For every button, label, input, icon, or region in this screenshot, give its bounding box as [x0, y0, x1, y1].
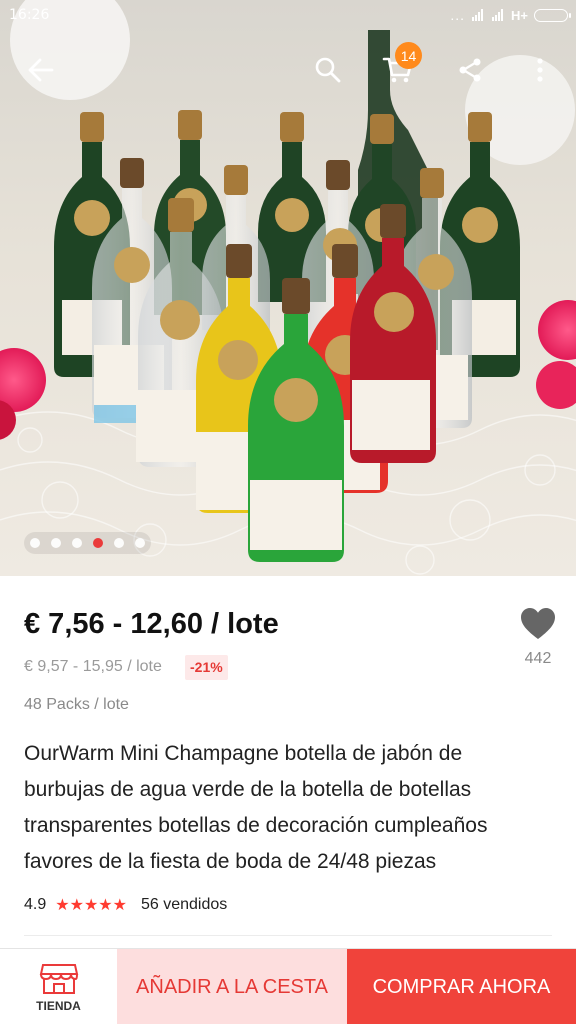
- more-vertical-icon: [537, 58, 543, 82]
- title-line: favores de la fiesta de boda de 24/48 pi…: [24, 850, 437, 873]
- carousel-dot[interactable]: [114, 538, 124, 548]
- rating-value: 4.9: [24, 896, 47, 913]
- title-line: burbujas de agua verde de la botella de …: [24, 778, 472, 801]
- wishlist-button[interactable]: [518, 604, 558, 644]
- lot-size: 48 Packs / lote: [24, 696, 129, 713]
- title-line: transparentes botellas de decoración cum…: [24, 814, 488, 837]
- share-icon: [459, 58, 481, 82]
- status-bar: 16:26 ... H+: [0, 0, 576, 32]
- carousel-dot[interactable]: [51, 538, 61, 548]
- title-line: OurWarm Mini Champagne botella de jabón …: [24, 742, 463, 765]
- back-arrow-icon: [28, 58, 54, 82]
- product-image-carousel[interactable]: 16:26 ... H+ 14: [0, 0, 576, 576]
- search-button[interactable]: [306, 48, 350, 92]
- bottom-action-bar: TIENDA AÑADIR A LA CESTA COMPRAR AHORA: [0, 948, 576, 1024]
- status-icons: ... H+: [450, 6, 571, 24]
- original-price: € 9,57 - 15,95 / lote: [24, 658, 162, 675]
- more-options-button[interactable]: [518, 48, 562, 92]
- battery-icon: [534, 8, 571, 22]
- star-rating-icon: ★★★★★: [55, 897, 127, 914]
- product-title: OurWarm Mini Champagne botella de jabón …: [24, 736, 560, 880]
- add-to-cart-button[interactable]: AÑADIR A LA CESTA: [117, 949, 347, 1024]
- buy-now-button[interactable]: COMPRAR AHORA: [347, 949, 576, 1024]
- discount-badge: -21%: [185, 655, 228, 680]
- rating-row[interactable]: 4.9 ★★★★★ 56 vendidos: [24, 894, 227, 916]
- carousel-dot[interactable]: [30, 538, 40, 548]
- share-button[interactable]: [448, 48, 492, 92]
- carousel-dot[interactable]: [72, 538, 82, 548]
- carousel-dot-active[interactable]: [93, 538, 103, 548]
- store-button[interactable]: TIENDA: [0, 949, 117, 1024]
- signal-icon: [492, 9, 504, 21]
- cart-count-badge: 14: [395, 42, 422, 69]
- store-icon: [39, 963, 78, 994]
- wifi-icon: [472, 9, 484, 21]
- carousel-dot[interactable]: [135, 538, 145, 548]
- screen: 16:26 ... H+ 14 € 7,56 - 12,60 / lote 44…: [0, 0, 576, 1024]
- heart-icon: [521, 608, 555, 639]
- status-time: 16:26: [9, 7, 50, 23]
- network-type: H+: [511, 7, 528, 23]
- sold-count: 56 vendidos: [140, 896, 228, 913]
- wishlist-count: 442: [524, 650, 552, 667]
- store-label: TIENDA: [36, 998, 81, 1013]
- search-icon: [315, 57, 341, 83]
- notification-dots: ...: [450, 7, 466, 23]
- back-button[interactable]: [19, 48, 63, 92]
- price-range: € 7,56 - 12,60 / lote: [24, 608, 279, 640]
- divider: [24, 935, 552, 936]
- carousel-indicator: [24, 532, 151, 554]
